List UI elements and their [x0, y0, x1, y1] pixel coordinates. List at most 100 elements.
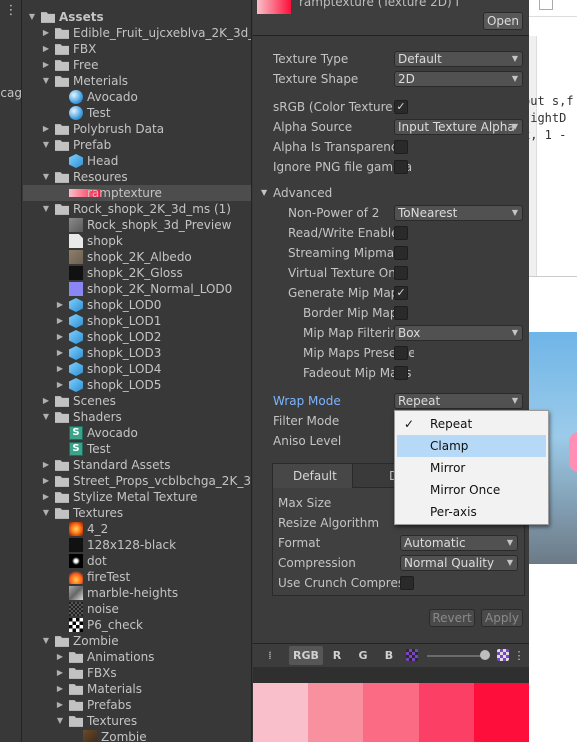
b-channel-button[interactable]: B: [379, 646, 399, 665]
tree-item[interactable]: ▼ Resoures: [23, 169, 251, 185]
setting-checkbox[interactable]: [394, 346, 408, 360]
tree-item[interactable]: Head: [23, 153, 251, 169]
apply-button[interactable]: Apply: [481, 609, 523, 627]
tree-item[interactable]: ▶ shopk_LOD4: [23, 361, 251, 377]
setting-dropdown[interactable]: Automatic ▼: [400, 535, 518, 551]
setting-checkbox[interactable]: [400, 576, 414, 590]
tab-platform[interactable]: D: [353, 464, 398, 488]
tree-item[interactable]: ▶ Free: [23, 57, 251, 73]
wrap-mode-option[interactable]: Mirror Once: [397, 479, 546, 501]
wrap-mode-option[interactable]: ✓ Repeat: [397, 413, 546, 435]
tree-item[interactable]: 128x128-black: [23, 537, 251, 553]
expand-arrow-icon[interactable]: ▶: [41, 41, 51, 57]
tree-item[interactable]: Rock_shopk_3d_Preview: [23, 217, 251, 233]
collapse-arrow-icon[interactable]: ▼: [41, 169, 51, 185]
editor-tab[interactable]: [539, 0, 553, 10]
setting-checkbox[interactable]: [394, 366, 408, 380]
setting-dropdown[interactable]: Default ▼: [394, 51, 523, 67]
tree-item[interactable]: ▼ Rock_shopk_2K_3d_ms (1): [23, 201, 251, 217]
tree-item[interactable]: ▼ Zombie: [23, 633, 251, 649]
tree-item[interactable]: Avocado: [23, 89, 251, 105]
tree-item[interactable]: ramptexture: [23, 185, 251, 201]
expand-arrow-icon[interactable]: ▶: [41, 393, 51, 409]
expand-arrow-icon[interactable]: ▶: [55, 681, 65, 697]
collapse-arrow-icon[interactable]: ▼: [41, 201, 51, 217]
setting-checkbox[interactable]: [394, 246, 408, 260]
collapse-arrow-icon[interactable]: ▼: [41, 633, 51, 649]
tree-item[interactable]: ▼ Shaders: [23, 409, 251, 425]
tree-item[interactable]: S Avocado: [23, 425, 251, 441]
setting-checkbox[interactable]: [394, 160, 408, 174]
setting-dropdown[interactable]: Input Texture Alpha ▼: [394, 119, 523, 135]
wrap-mode-option[interactable]: Per-axis: [397, 501, 546, 523]
setting-dropdown[interactable]: Repeat ▼: [394, 393, 523, 409]
collapse-arrow-icon[interactable]: ▼: [41, 409, 51, 425]
wrap-mode-option[interactable]: Mirror: [397, 457, 546, 479]
collapse-arrow-icon[interactable]: ▼: [41, 137, 51, 153]
tree-item[interactable]: noise: [23, 601, 251, 617]
setting-checkbox[interactable]: ✓: [394, 286, 408, 300]
expand-arrow-icon[interactable]: ▶: [41, 489, 51, 505]
expand-arrow-icon[interactable]: ▶: [55, 329, 65, 345]
tree-item[interactable]: dot: [23, 553, 251, 569]
tab-default[interactable]: Default: [273, 464, 353, 488]
tree-item[interactable]: ▶ shopk_LOD3: [23, 345, 251, 361]
expand-arrow-icon[interactable]: ▶: [41, 457, 51, 473]
alpha-toggle-icon[interactable]: [406, 649, 418, 661]
tree-item[interactable]: S Test: [23, 441, 251, 457]
tree-item[interactable]: Test: [23, 105, 251, 121]
expand-arrow-icon[interactable]: ▶: [41, 25, 51, 41]
tree-item[interactable]: ▶ Animations: [23, 649, 251, 665]
tree-item[interactable]: ▼ Assets: [23, 9, 251, 25]
tree-item[interactable]: P6_check: [23, 617, 251, 633]
setting-dropdown[interactable]: 2D ▼: [394, 71, 523, 87]
expand-arrow-icon[interactable]: ▶: [41, 473, 51, 489]
open-button[interactable]: Open: [483, 12, 523, 30]
tree-item[interactable]: ▶ shopk_LOD5: [23, 377, 251, 393]
mip-map-icon[interactable]: [497, 649, 509, 661]
collapse-arrow-icon[interactable]: ▼: [41, 73, 51, 89]
expand-arrow-icon[interactable]: ▶: [55, 665, 65, 681]
tree-item[interactable]: ▶ shopk_LOD1: [23, 313, 251, 329]
collapse-arrow-icon[interactable]: ▼: [27, 9, 37, 25]
expand-arrow-icon[interactable]: ▶: [55, 697, 65, 713]
foldout-arrow-icon[interactable]: ▼: [261, 184, 267, 202]
tree-item[interactable]: ▶ shopk_LOD0: [23, 297, 251, 313]
expand-arrow-icon[interactable]: ▶: [55, 361, 65, 377]
setting-checkbox[interactable]: ✓: [394, 100, 408, 114]
expand-arrow-icon[interactable]: ▶: [55, 377, 65, 393]
expand-arrow-icon[interactable]: ▶: [55, 297, 65, 313]
setting-checkbox[interactable]: [394, 266, 408, 280]
kebab-menu-icon[interactable]: ⋮: [4, 4, 18, 18]
g-channel-button[interactable]: G: [353, 646, 373, 665]
r-channel-button[interactable]: R: [327, 646, 347, 665]
tree-item[interactable]: marble-heights: [23, 585, 251, 601]
tree-item[interactable]: ▶ Scenes: [23, 393, 251, 409]
tree-item[interactable]: ▶ Materials: [23, 681, 251, 697]
tree-item[interactable]: ▶ FBX: [23, 41, 251, 57]
channel-toggle-icon[interactable]: ⁞: [257, 646, 283, 665]
tree-item[interactable]: shopk: [23, 233, 251, 249]
tree-item[interactable]: ▶ Standard Assets: [23, 457, 251, 473]
setting-dropdown[interactable]: Normal Quality ▼: [400, 555, 518, 571]
tree-item[interactable]: ▶ Polybrush Data: [23, 121, 251, 137]
tree-item[interactable]: ▼ Prefab: [23, 137, 251, 153]
tree-item[interactable]: 4_2: [23, 521, 251, 537]
expand-arrow-icon[interactable]: ▶: [41, 57, 51, 73]
setting-dropdown[interactable]: ToNearest ▼: [394, 205, 523, 221]
advanced-foldout-label[interactable]: Advanced: [273, 184, 414, 202]
revert-button[interactable]: Revert: [429, 609, 475, 627]
tree-item[interactable]: Zombie: [23, 729, 251, 742]
tree-item[interactable]: ▼ Textures: [23, 713, 251, 729]
tree-item[interactable]: shopk_2K_Gloss: [23, 265, 251, 281]
tree-item[interactable]: ▶ Stylize Metal Texture: [23, 489, 251, 505]
wrap-mode-option[interactable]: Clamp: [397, 435, 546, 457]
expand-arrow-icon[interactable]: ▶: [55, 313, 65, 329]
setting-checkbox[interactable]: [394, 226, 408, 240]
expand-arrow-icon[interactable]: ▶: [41, 121, 51, 137]
tree-item[interactable]: ▶ shopk_LOD2: [23, 329, 251, 345]
tree-item[interactable]: shopk_2K_Albedo: [23, 249, 251, 265]
mip-level-slider-handle[interactable]: [480, 650, 490, 660]
setting-checkbox[interactable]: [394, 306, 408, 320]
tree-item[interactable]: fireTest: [23, 569, 251, 585]
